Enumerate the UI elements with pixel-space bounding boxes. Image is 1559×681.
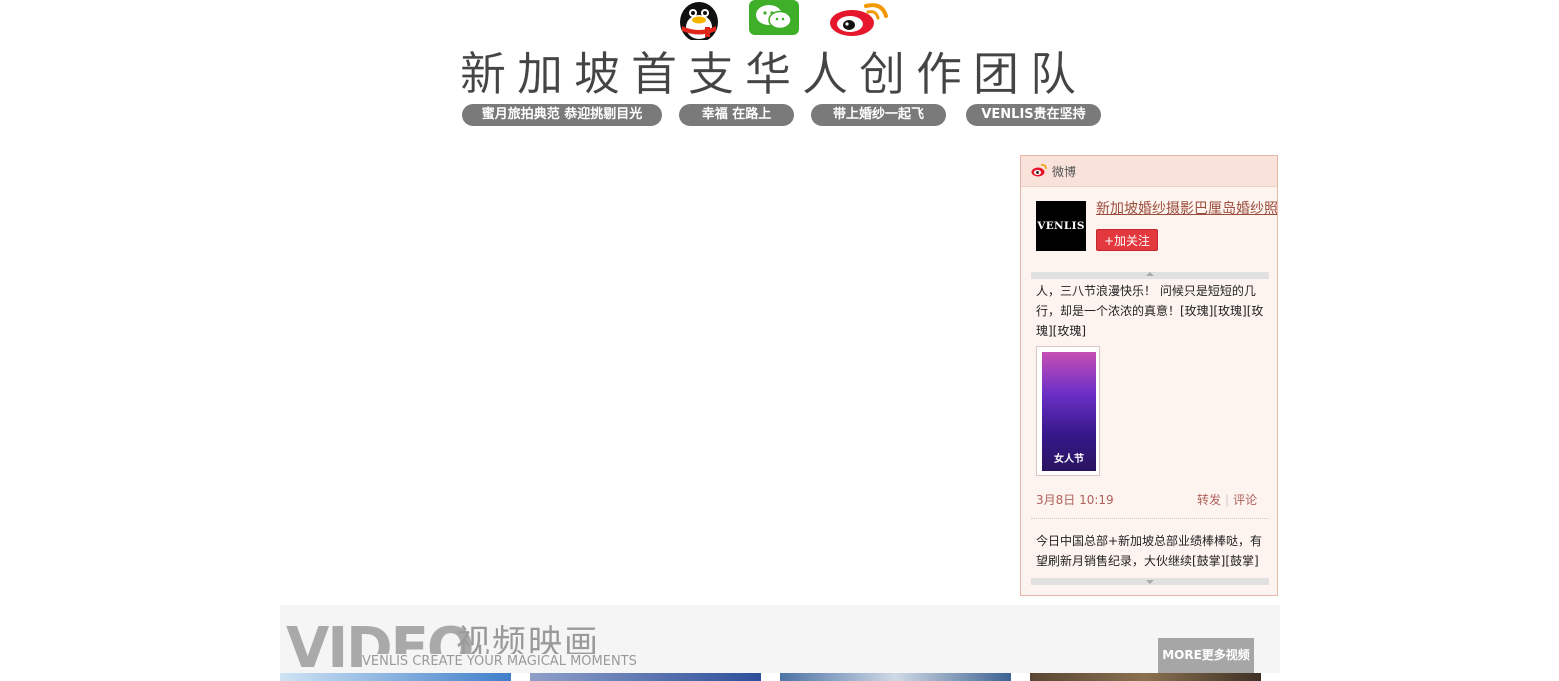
page-title: 新加坡首支华人创作团队: [460, 47, 1087, 101]
tag-list: 蜜月旅拍典范 恭迎挑剔目光 幸福 在路上 带上婚纱一起飞 VENLIS贵在坚持: [462, 104, 1102, 126]
video-thumbnail[interactable]: [1030, 673, 1261, 681]
more-videos-button[interactable]: MORE更多视频: [1158, 638, 1254, 673]
video-thumbnail[interactable]: [780, 673, 1011, 681]
post-image: 女人节: [1042, 352, 1096, 471]
weibo-widget-header: 微博: [1021, 156, 1277, 187]
post-image-thumbnail[interactable]: 女人节: [1036, 346, 1100, 476]
follow-button[interactable]: +加关注: [1096, 229, 1158, 251]
tag-item[interactable]: VENLIS贵在坚持: [966, 104, 1101, 126]
weibo-widget: 微博 VENLIS 新加坡婚纱摄影巴厘岛婚纱照 +加关注 人，三八节浪漫快乐！ …: [1020, 155, 1278, 596]
chevron-down-icon: [1146, 580, 1154, 584]
account-name-link[interactable]: 新加坡婚纱摄影巴厘岛婚纱照: [1096, 198, 1277, 218]
post-image-caption: 女人节: [1054, 454, 1084, 465]
post-date[interactable]: 3月8日 10:19: [1036, 491, 1114, 508]
video-thumbnail[interactable]: [530, 673, 761, 681]
wechat-icon[interactable]: [748, 0, 800, 36]
video-thumbnail[interactable]: [280, 673, 511, 681]
social-icons: [672, 0, 902, 40]
scroll-down-bar[interactable]: [1031, 578, 1269, 585]
video-thumbnail-row: [280, 673, 1280, 681]
comment-link[interactable]: 评论: [1233, 493, 1257, 507]
weibo-post-text: 今日中国总部+新加坡总部业绩棒棒哒，有望刷新月销售纪录，大伙继续[鼓掌][鼓掌]: [1036, 534, 1263, 568]
video-subtitle: VENLIS CREATE YOUR MAGICAL MOMENTS: [362, 654, 641, 670]
tag-item[interactable]: 蜜月旅拍典范 恭迎挑剔目光: [462, 104, 662, 126]
post-actions: 转发 | 评论: [1197, 491, 1257, 508]
weibo-icon[interactable]: [826, 0, 892, 38]
tag-item[interactable]: 幸福 在路上: [679, 104, 794, 126]
weibo-icon: [1031, 164, 1047, 177]
tag-item[interactable]: 带上婚纱一起飞: [811, 104, 946, 126]
weibo-label: 微博: [1052, 165, 1077, 179]
divider: [1031, 518, 1269, 519]
avatar[interactable]: VENLIS: [1036, 201, 1086, 251]
video-section-header: VIDEO 视频映画 VENLIS CREATE YOUR MAGICAL MO…: [280, 605, 1280, 673]
divider: |: [1225, 493, 1230, 507]
scroll-up-bar[interactable]: [1031, 272, 1269, 279]
chevron-up-icon: [1146, 272, 1154, 276]
weibo-post-text: 人，三八节浪漫快乐！ 问候只是短短的几行，却是一个浓浓的真意！[玫瑰][玫瑰][…: [1036, 284, 1264, 338]
qq-penguin-icon[interactable]: [672, 0, 726, 40]
repost-link[interactable]: 转发: [1197, 493, 1221, 507]
